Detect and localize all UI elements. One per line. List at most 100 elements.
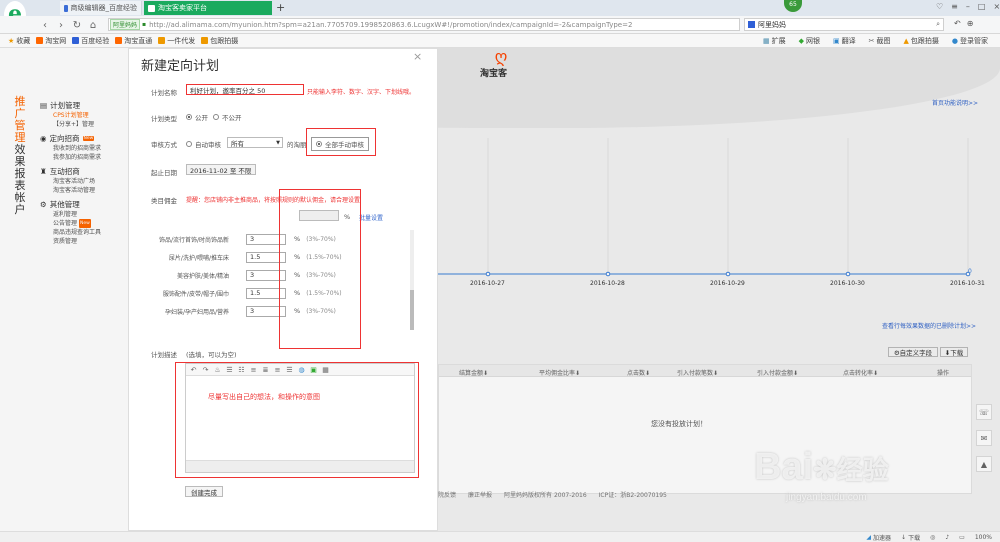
bag-icon: ▲ [903,36,909,45]
new-tab-button[interactable]: + [276,1,285,14]
chart-zero-label: 0 [968,268,972,275]
nav-item-share[interactable]: 【分享+】管理 [40,120,128,129]
trend-chart: 2016-10-27 2016-10-28 2016-10-29 2016-10-30… [428,138,985,298]
tool-extensions[interactable]: ▦ 扩展 [763,36,786,46]
bookmark-5[interactable]: 包跟拍摄 [201,36,238,46]
submit-button[interactable]: 创建完成 [185,486,223,497]
radio-auto[interactable] [186,141,192,147]
sound-icon[interactable]: ♪ [945,534,949,541]
custom-fields-button[interactable]: ⚙自定义字段 [888,347,938,357]
radio-public[interactable] [186,114,192,120]
radio-private[interactable] [213,114,219,120]
dialog-close-icon[interactable]: × [413,50,422,63]
commission-label: 类目佣金 [151,197,177,205]
tool-bag[interactable]: ▲ 包跟拍摄 [904,36,939,46]
nav-group-targeted[interactable]: ◉ 定向招商 New [40,133,128,144]
float-top-icon[interactable]: ▲ [976,456,992,472]
review-auto[interactable]: 自动审核 [186,139,221,149]
nav-vertical-title-2[interactable]: 帐户 [14,192,26,216]
downloads[interactable]: ↓ 下载 [901,533,920,542]
close-window-icon[interactable]: × [993,2,1000,11]
globe-icon[interactable]: ◎ [930,534,935,541]
browser-tab-1[interactable]: 淘宝客卖家平台 [144,1,272,15]
download-button[interactable]: ⬇下载 [940,347,968,357]
category-name: 服饰配件/皮带/帽子/围巾 [162,290,229,298]
bookmark-0[interactable]: ★ 收藏 [8,36,30,46]
float-service-icon[interactable]: ☏ [976,404,992,420]
col-conversion[interactable]: 点击转化率⬇ [843,368,878,377]
chart-point[interactable] [605,271,611,277]
back-icon[interactable]: ‹ [38,18,52,32]
undo-icon[interactable]: ↶ [954,19,961,28]
review-select[interactable]: 所有 ▼ [227,137,283,148]
forward-icon[interactable]: › [54,18,68,32]
batch-set-link[interactable]: 批量设置 [359,213,383,222]
category-name: 饰品/流行首饰/时尚饰品新 [158,236,229,244]
tool-screenshot[interactable]: ✂ 截图 [869,36,891,46]
nav-item-activity[interactable]: 淘宝客活动管理 [40,186,128,195]
nav-item-square[interactable]: 淘宝客活动广场 [40,177,128,186]
nav-vertical-title-0[interactable]: 推广管理 [14,96,26,144]
tool-bank[interactable]: ◆ 网银 [799,36,820,46]
category-scroll-thumb[interactable] [410,290,414,330]
bookmark-3[interactable]: 淘宝直通 [115,36,152,46]
bookmark-4[interactable]: 一件代发 [158,36,195,46]
window-icon[interactable]: ▭ [959,534,965,541]
chart-point[interactable] [485,271,491,277]
accelerator[interactable]: ◢ 加速器 [866,533,891,542]
nav-item-violation[interactable]: 商品违规查询工具 [40,228,128,237]
category-name: 孕妇装/孕产妇用品/营养 [164,308,229,316]
col-settle[interactable]: 结算金额⬇ [459,368,488,377]
col-pay-amount[interactable]: 引入付款金额⬇ [757,368,798,377]
search-field[interactable]: 阿里妈妈 ⌕ [744,18,944,31]
col-pay-count[interactable]: 引入付款笔数⬇ [677,368,718,377]
footer-feedback[interactable]: 院反馈 [438,490,456,499]
maximize-icon[interactable]: □ [978,2,986,11]
skin-icon[interactable]: ♡ [936,2,943,11]
nav-item-rebate[interactable]: 返利管理 [40,210,128,219]
nav-groups: ▤ 计划管理 CPS计划管理 【分享+】管理 ◉ 定向招商 New 我收到的招商需求 … [40,96,128,246]
category-scrollbar[interactable] [410,230,414,330]
col-avg-rate[interactable]: 平均佣金比率⬇ [539,368,580,377]
nav-vertical-title-1[interactable]: 效果报表 [14,144,26,192]
nav-item-received[interactable]: 我收到的招商需求 [40,144,128,153]
nav-item-joined[interactable]: 我参加的招商需求 [40,153,128,162]
minimize-icon[interactable]: – [966,2,970,11]
deleted-plans-link[interactable]: 查看行每效果数据的已删除计划>> [882,321,976,330]
plan-type-private[interactable]: 不公开 [213,112,242,122]
refresh-icon[interactable]: ↻ [70,18,84,32]
browser-tab-0[interactable]: 商级编辑器_百度经验 [60,1,142,15]
menu-icon[interactable]: ≡ [951,2,958,11]
chart-point[interactable] [725,271,731,277]
date-input[interactable]: 2016-11-02 至 不限 [186,164,256,175]
float-announce-icon[interactable]: ✉ [976,430,992,446]
nav-group-interactive[interactable]: ♜ 互动招商 [40,166,128,177]
url-field[interactable]: 阿里妈妈 ▪ http://ad.alimama.com/myunion.htm… [108,18,740,31]
nav-group-plan[interactable]: ▤ 计划管理 [40,100,128,111]
plan-name-input[interactable]: 利好计划，邀率百分之 50 [186,84,304,95]
col-clicks[interactable]: 点击数⬇ [627,368,650,377]
chart-x-tick: 2016-10-27 [470,280,505,287]
chart-point[interactable] [845,271,851,277]
home-icon[interactable]: ⌂ [86,18,100,32]
tool-translate[interactable]: ▣ 翻译 [833,36,856,46]
first-time-link[interactable]: 首页功能说明>> [932,98,978,107]
zoom-level[interactable]: 100% [975,534,992,541]
nav-item-notice[interactable]: 公告管理 New [40,219,128,228]
zoom-icon[interactable]: ⊕ [967,19,974,28]
tool-login[interactable]: ● 登录管家 [952,36,988,46]
document-icon: ▤ [40,101,48,110]
bookmark-1[interactable]: 淘宝网 [36,36,66,46]
nav-group-other[interactable]: ⚙ 其他管理 [40,199,128,210]
chart-x-tick: 2016-10-29 [710,280,745,287]
nav-item-cps[interactable]: CPS计划管理 [40,111,128,120]
search-icon[interactable]: ⌕ [936,20,940,29]
category-row: 美容护肤/美体/精油 3 % (3%-70%) [129,266,414,284]
score-badge[interactable]: 65 [784,0,802,12]
footer-report[interactable]: 廉正举报 [468,490,492,499]
bookmark-2[interactable]: 百度经验 [72,36,109,46]
review-suffix: 的淘丽 [287,141,307,149]
nav-item-qualification[interactable]: 资质管理 [40,237,128,246]
bookmark-favicon-icon [115,37,123,44]
plan-type-public[interactable]: 公开 [186,112,208,122]
